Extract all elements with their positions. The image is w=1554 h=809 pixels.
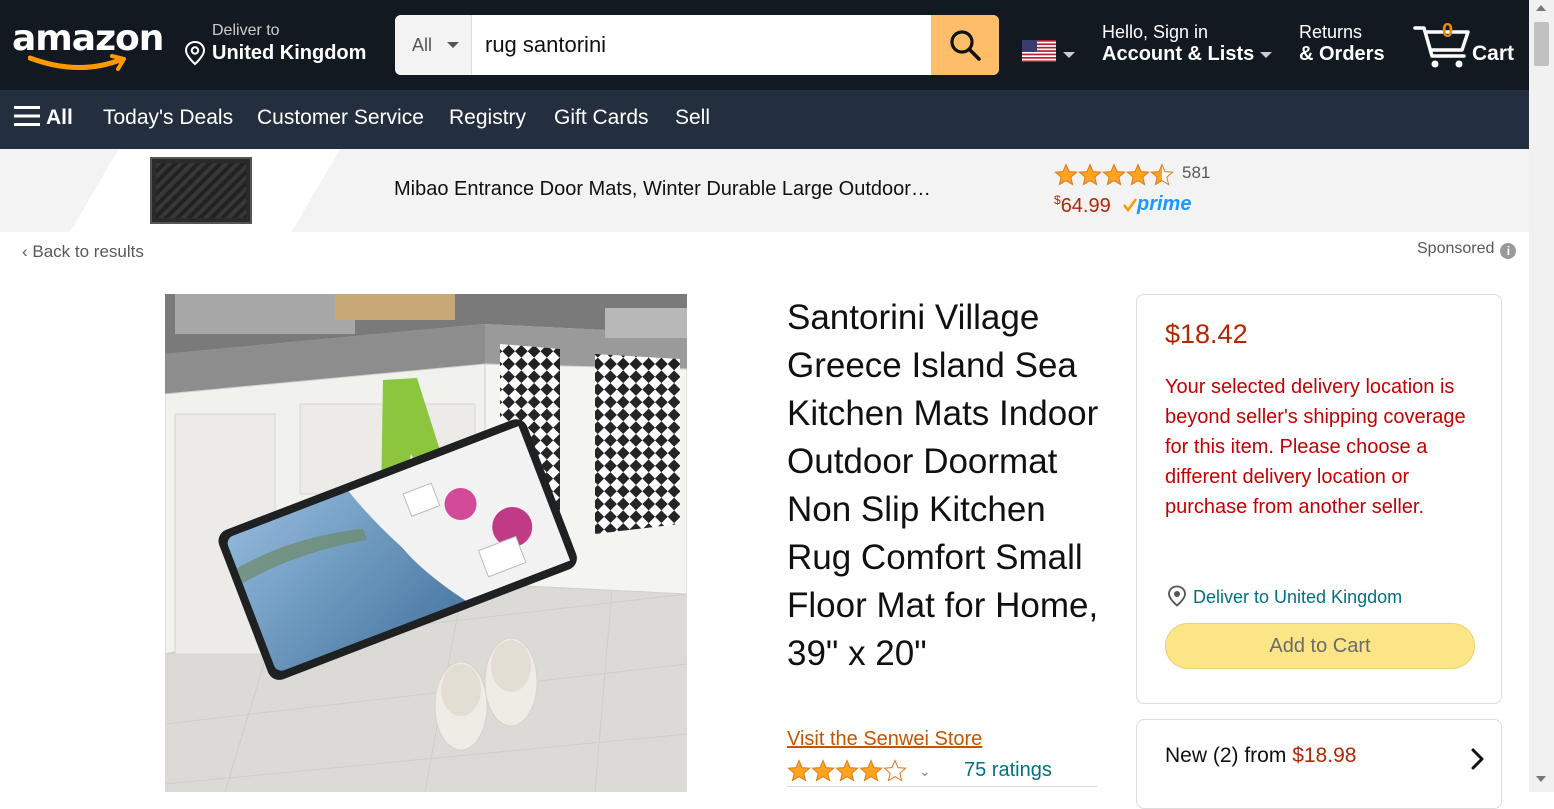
scrollbar-thumb[interactable] [1534,22,1549,66]
caret-down-icon [447,42,459,48]
nav-todays-deals[interactable]: Today's Deals [103,106,233,130]
sub-nav: All Today's Deals Customer Service Regis… [0,90,1529,149]
product-star-rating[interactable] [787,759,911,783]
cart-button[interactable]: 0 Cart [1412,18,1522,74]
cart-label: Cart [1472,42,1515,65]
search-category-label: All [412,35,433,55]
location-pin-icon [184,40,206,66]
scroll-down-arrow-icon[interactable] [1536,776,1546,782]
location-pin-icon [1168,585,1186,607]
visit-store-link[interactable]: Visit the Senwei Store [787,728,982,751]
sponsored-label[interactable]: Sponsored i [1417,240,1517,259]
search-bar: All [395,15,999,75]
banner-price: $64.99 [1054,193,1111,217]
us-flag-icon[interactable] [1022,40,1056,62]
sponsored-banner[interactable]: Mibao Entrance Door Mats, Winter Durable… [0,149,1529,232]
other-sellers-price: $18.98 [1292,744,1357,767]
info-icon[interactable]: i [1500,243,1517,259]
product-main-image[interactable] [165,294,687,792]
page-scrollbar[interactable] [1529,0,1554,792]
hamburger-icon [14,106,40,126]
search-input[interactable] [473,15,931,75]
nav-registry[interactable]: Registry [449,106,526,130]
banner-product-thumbnail[interactable] [150,157,252,224]
product-title: Santorini Village Greece Island Sea Kitc… [787,298,1099,673]
back-to-results-link[interactable]: ‹ Back to results [22,242,144,262]
add-to-cart-button[interactable]: Add to Cart [1165,623,1475,669]
chevron-left-icon: ‹ [22,242,33,261]
all-menu-label: All [46,106,73,129]
banner-star-rating[interactable] [1054,163,1174,187]
ratings-count-link[interactable]: 75 ratings [964,759,1052,782]
language-caret-icon[interactable] [1063,52,1075,58]
top-nav: amazon Deliver to United Kingdom All rug… [0,0,1529,90]
banner-product-title[interactable]: Mibao Entrance Door Mats, Winter Durable… [394,178,931,201]
chevron-right-icon [1471,748,1484,770]
prime-badge: prime [1123,193,1191,216]
all-menu-button[interactable]: All [14,106,73,130]
amazon-logo[interactable]: amazon [12,18,164,74]
buy-box: $18.42 Your selected delivery location i… [1136,294,1502,704]
logo-text: amazon [12,18,164,59]
banner-rating-count[interactable]: 581 [1182,163,1210,183]
cart-count: 0 [1442,20,1454,42]
other-sellers-box[interactable]: New (2) from $18.98 [1136,719,1502,809]
buybox-price: $18.42 [1165,319,1248,349]
search-category-select[interactable]: All [395,15,472,75]
returns-orders[interactable]: Returns & Orders [1299,22,1385,66]
delivery-warning: Your selected delivery location is beyon… [1165,376,1466,518]
smile-arrow-icon [28,54,126,71]
account-lists-label: Account & Lists [1102,43,1255,65]
deliver-to-link[interactable]: Deliver to United Kingdom [1167,585,1402,608]
returns-label: Returns [1299,22,1363,42]
deliver-to-country: United Kingdom [212,42,367,64]
deliver-to-label: Deliver to [212,22,280,39]
prime-check-icon [1123,198,1138,213]
product-rating: ⌄ 75 ratings [787,757,1097,787]
search-button[interactable] [931,15,999,75]
account-greeting: Hello, Sign in [1102,22,1209,42]
nav-sell[interactable]: Sell [675,106,710,130]
nav-customer-service[interactable]: Customer Service [257,106,424,130]
nav-gift-cards[interactable]: Gift Cards [554,106,649,130]
scroll-up-arrow-icon[interactable] [1536,5,1546,11]
rating-chevron-down-icon[interactable]: ⌄ [919,763,931,780]
orders-label: & Orders [1299,43,1385,65]
account-menu[interactable]: Hello, Sign in Account & Lists [1102,22,1273,66]
caret-down-icon [1260,51,1273,58]
other-sellers-text: New (2) from $18.98 [1165,744,1357,767]
product-photo [165,294,687,792]
search-icon [950,30,981,61]
